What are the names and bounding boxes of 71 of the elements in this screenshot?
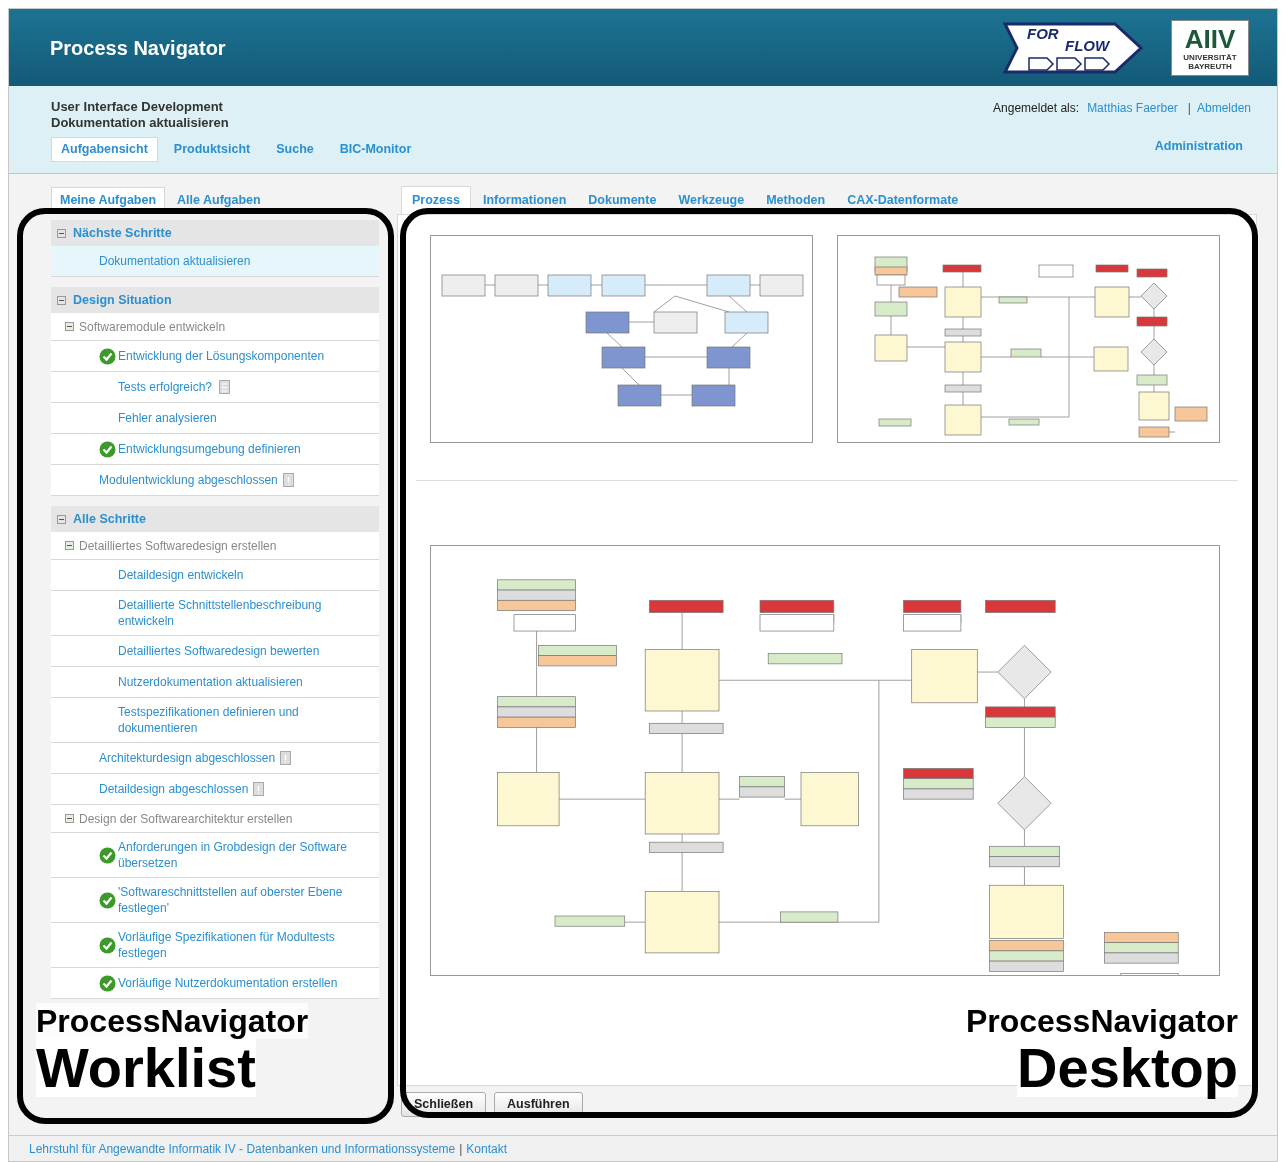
task-label: Vorläufige Nutzerdokumentation erstellen bbox=[118, 975, 338, 991]
detail-tab[interactable]: CAX-Datenformate bbox=[837, 187, 969, 214]
logout-link[interactable]: Abmelden bbox=[1196, 99, 1251, 117]
milestone-label: Detaildesign abgeschlossen bbox=[99, 781, 249, 797]
app-title: Process Navigator bbox=[50, 35, 226, 61]
decision-icon bbox=[219, 380, 231, 394]
admin-link[interactable]: Administration bbox=[1154, 137, 1243, 156]
task-name: Dokumentation aktualisieren bbox=[51, 115, 230, 131]
login-label: Angemeldet als: bbox=[993, 100, 1080, 117]
collapse-icon[interactable] bbox=[65, 541, 74, 550]
collapse-icon[interactable] bbox=[57, 514, 66, 524]
logo-text: FLOW bbox=[1065, 35, 1110, 56]
task-label: Detailliertes Softwaredesign bewerten bbox=[118, 643, 320, 659]
section-title: Design Situation bbox=[73, 291, 172, 309]
task-label: Testspezifikationen definieren und dokumentieren bbox=[118, 704, 300, 736]
task-tab[interactable]: Alle Aufgaben bbox=[169, 188, 269, 213]
group-label: Softwaremodule entwickeln bbox=[79, 318, 226, 336]
section-title: Nächste Schritte bbox=[73, 224, 172, 242]
user-link[interactable]: Matthias Faerber bbox=[1087, 99, 1178, 117]
separator: | bbox=[1187, 100, 1191, 117]
arrow-logo-icon bbox=[1003, 21, 1143, 74]
group-label: Detailliertes Softwaredesign erstellen bbox=[79, 537, 277, 555]
group-label: Design der Softwarearchitektur erstellen bbox=[79, 810, 293, 828]
check-icon bbox=[99, 347, 116, 365]
footer-link[interactable]: Lehrstuhl für Angewandte Informatik IV - Datenbanken und Informationssysteme bbox=[29, 1139, 456, 1158]
milestone-label: Modulentwicklung abgeschlossen bbox=[99, 472, 278, 488]
annotation-label: ProcessNavigator bbox=[36, 1003, 309, 1039]
section-header[interactable]: Alle Schritte bbox=[51, 506, 379, 532]
task-label: Nutzerdokumentation aktualisieren bbox=[118, 674, 303, 690]
task-label: 'Softwareschnittstellen auf oberster Ebene festlegen' bbox=[118, 884, 344, 916]
detail-tab[interactable]: Dokumente bbox=[578, 187, 667, 214]
detail-tab[interactable]: Werkzeuge bbox=[668, 187, 755, 214]
check-icon bbox=[99, 936, 116, 954]
task-label: Anforderungen in Grobdesign der Software übersetzen bbox=[118, 839, 348, 871]
nav-tab[interactable]: Produktsicht bbox=[163, 137, 261, 162]
milestone-icon bbox=[280, 751, 292, 765]
task-label: Entwicklungsumgebung definieren bbox=[118, 441, 301, 457]
collapse-icon[interactable] bbox=[65, 814, 74, 823]
project-name: User Interface Development bbox=[51, 99, 224, 115]
collapse-icon[interactable] bbox=[65, 322, 74, 331]
task-label: Detaildesign entwickeln bbox=[118, 567, 244, 583]
nav-tab[interactable]: BIC-Monitor bbox=[329, 137, 422, 162]
task-row[interactable]: Dokumentation aktualisieren bbox=[51, 246, 379, 277]
logo-caption: UNIVERSITÄT BAYREUTH bbox=[1182, 52, 1238, 71]
nav-tab[interactable]: Suche bbox=[266, 137, 324, 162]
annotation-label: Worklist bbox=[36, 1039, 256, 1097]
separator: | bbox=[459, 1140, 463, 1158]
collapse-icon[interactable] bbox=[57, 228, 66, 238]
task-label: Vorläufige Spezifikationen für Modultests festlegen bbox=[118, 929, 336, 961]
task-label: Entwicklung der Lösungskomponenten bbox=[118, 348, 325, 364]
logo-text: FOR bbox=[1027, 23, 1059, 44]
task-label: Dokumentation aktualisieren bbox=[99, 253, 251, 269]
check-icon bbox=[99, 440, 116, 458]
milestone-icon bbox=[282, 473, 294, 487]
check-icon bbox=[99, 891, 116, 909]
task-label: Fehler analysieren bbox=[118, 410, 217, 426]
check-icon bbox=[99, 974, 116, 992]
task-label: Detaillierte Schnittstellenbeschreibung entwickeln bbox=[118, 597, 323, 629]
logo-text: AIIV bbox=[1184, 24, 1236, 53]
contact-link[interactable]: Kontakt bbox=[466, 1139, 508, 1158]
detail-tab[interactable]: Methoden bbox=[756, 187, 836, 214]
section-header[interactable]: Design Situation bbox=[51, 287, 379, 313]
detail-tab[interactable]: Informationen bbox=[472, 187, 577, 214]
check-icon bbox=[99, 846, 116, 864]
section-title: Alle Schritte bbox=[73, 510, 146, 528]
milestone-icon bbox=[253, 782, 265, 796]
collapse-icon[interactable] bbox=[57, 295, 66, 305]
nav-tab[interactable]: Aufgabensicht bbox=[51, 137, 158, 162]
section-header[interactable]: Nächste Schritte bbox=[51, 220, 379, 246]
task-label: Tests erfolgreich? bbox=[118, 379, 213, 395]
milestone-label: Architekturdesign abgeschlossen bbox=[99, 750, 276, 766]
